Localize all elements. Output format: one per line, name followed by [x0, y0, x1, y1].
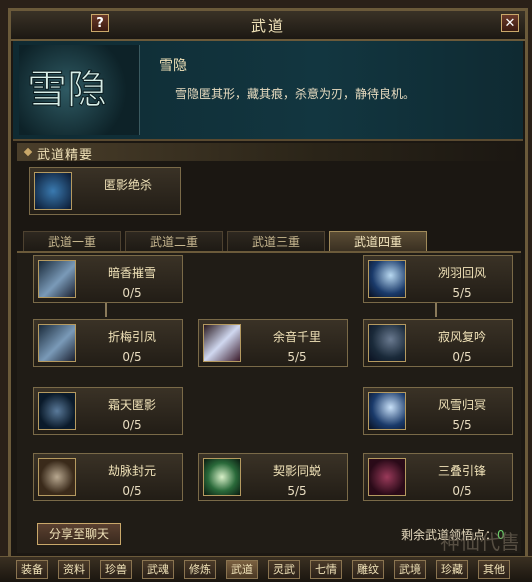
blade-icon [38, 260, 76, 298]
bottom-tab-bar: 装备 资料 珍兽 武魂 修炼 武道 灵武 七情 雕纹 武境 珍藏 其他 [0, 556, 532, 582]
skill-card-name: 折梅引凤 [107, 330, 156, 344]
skill-header: 雪隐 雪隐 雪隐匿其形，藏其痕，杀意为刃，静待良机。 [13, 41, 523, 141]
bottom-tab-profile[interactable]: 资料 [58, 560, 90, 579]
tab-tier-4[interactable]: 武道四重 [329, 231, 427, 251]
essence-skill-name: 匿影绝杀 [103, 178, 152, 192]
bottom-tab-soul[interactable]: 武魂 [142, 560, 174, 579]
skill-card[interactable]: 余音千里 5/5 [198, 319, 348, 367]
tab-tier-3[interactable]: 武道三重 [227, 231, 325, 251]
skill-card-name: 霜天匿影 [107, 398, 156, 412]
skill-card[interactable]: 折梅引凤 0/5 [33, 319, 183, 367]
skill-card-level: 5/5 [287, 484, 307, 498]
skill-card-name: 劫脉封元 [107, 464, 156, 478]
skill-card-level: 5/5 [452, 286, 472, 300]
skill-card[interactable]: 霜天匿影 0/5 [33, 387, 183, 435]
diamond-bullet-icon [23, 147, 33, 157]
skill-emblem: 雪隐 [19, 45, 140, 135]
shadow-kill-icon [34, 172, 72, 210]
skill-card-level: 0/5 [122, 286, 142, 300]
tab-tier-1[interactable]: 武道一重 [23, 231, 121, 251]
skill-card[interactable]: 劫脉封元 0/5 [33, 453, 183, 501]
essence-skill-card[interactable]: 匿影绝杀 [29, 167, 181, 215]
skill-description: 雪隐匿其形，藏其痕，杀意为刃，静待良机。 [175, 87, 416, 101]
skill-card[interactable]: 契影同蜕 5/5 [198, 453, 348, 501]
skill-card-name: 暗香摧雪 [107, 266, 156, 280]
skill-card[interactable]: 寂风复吟 0/5 [363, 319, 513, 367]
bottom-tab-wudao[interactable]: 武道 [226, 560, 258, 579]
skill-card[interactable]: 冽羽回风 5/5 [363, 255, 513, 303]
bottom-tab-cultivation[interactable]: 修炼 [184, 560, 216, 579]
bottom-tab-pets[interactable]: 珍兽 [100, 560, 132, 579]
blade-icon [38, 324, 76, 362]
window-title: 武道 [250, 17, 285, 35]
essence-header-label: 武道精要 [37, 148, 94, 163]
blade-icon [203, 324, 241, 362]
skill-card-name: 余音千里 [272, 330, 321, 344]
bottom-tab-equipment[interactable]: 装备 [16, 560, 48, 579]
tier-tabs: 武道一重 武道二重 武道三重 武道四重 [17, 231, 521, 253]
emblem-text: 雪隐 [27, 67, 107, 113]
skill-card-name: 三叠引锋 [437, 464, 486, 478]
skill-card-name: 冽羽回风 [437, 266, 486, 280]
bottom-tab-engraving[interactable]: 雕纹 [352, 560, 384, 579]
bottom-tab-emotions[interactable]: 七情 [310, 560, 342, 579]
skill-card-level: 0/5 [122, 418, 142, 432]
tab-tier-2[interactable]: 武道二重 [125, 231, 223, 251]
watermark: 神仙代售 [440, 530, 520, 554]
skill-card-level: 5/5 [287, 350, 307, 364]
bottom-tab-spirit-weapon[interactable]: 灵武 [268, 560, 300, 579]
wudao-window: ? 武道 ✕ 雪隐 雪隐 雪隐匿其形，藏其痕，杀意为刃，静待良机。 武道精要 匿… [8, 8, 528, 581]
triple-icon [368, 458, 406, 496]
skill-card[interactable]: 风雪归冥 5/5 [363, 387, 513, 435]
wind-icon [368, 392, 406, 430]
close-button[interactable]: ✕ [501, 14, 519, 32]
skill-card-level: 0/5 [122, 350, 142, 364]
skill-card-name: 契影同蜕 [272, 464, 321, 478]
vortex-icon [203, 458, 241, 496]
skill-card-level: 0/5 [452, 484, 472, 498]
meridian-icon [38, 458, 76, 496]
skill-card-level: 0/5 [122, 484, 142, 498]
skill-tree-panel: 暗香摧雪 0/5 冽羽回风 5/5 折梅引凤 0/5 余音千里 5/5 寂风复吟… [17, 253, 521, 553]
skill-card-level: 5/5 [452, 418, 472, 432]
essence-header: 武道精要 [17, 143, 521, 163]
bottom-tab-other[interactable]: 其他 [478, 560, 510, 579]
skill-card-name: 风雪归冥 [437, 398, 486, 412]
skill-card-name: 寂风复吟 [437, 330, 486, 344]
skill-card-level: 0/5 [452, 350, 472, 364]
xueyin-emblem-icon: 雪隐 [27, 67, 108, 114]
bottom-tab-realm[interactable]: 武境 [394, 560, 426, 579]
frost-icon [38, 392, 76, 430]
share-to-chat-button[interactable]: 分享至聊天 [37, 523, 121, 545]
skill-card[interactable]: 暗香摧雪 0/5 [33, 255, 183, 303]
title-bar[interactable]: ? 武道 ✕ [11, 11, 525, 41]
wind-icon [368, 324, 406, 362]
wind-icon [368, 260, 406, 298]
bottom-tab-collection[interactable]: 珍藏 [436, 560, 468, 579]
skill-card[interactable]: 三叠引锋 0/5 [363, 453, 513, 501]
skill-name: 雪隐 [159, 58, 187, 74]
